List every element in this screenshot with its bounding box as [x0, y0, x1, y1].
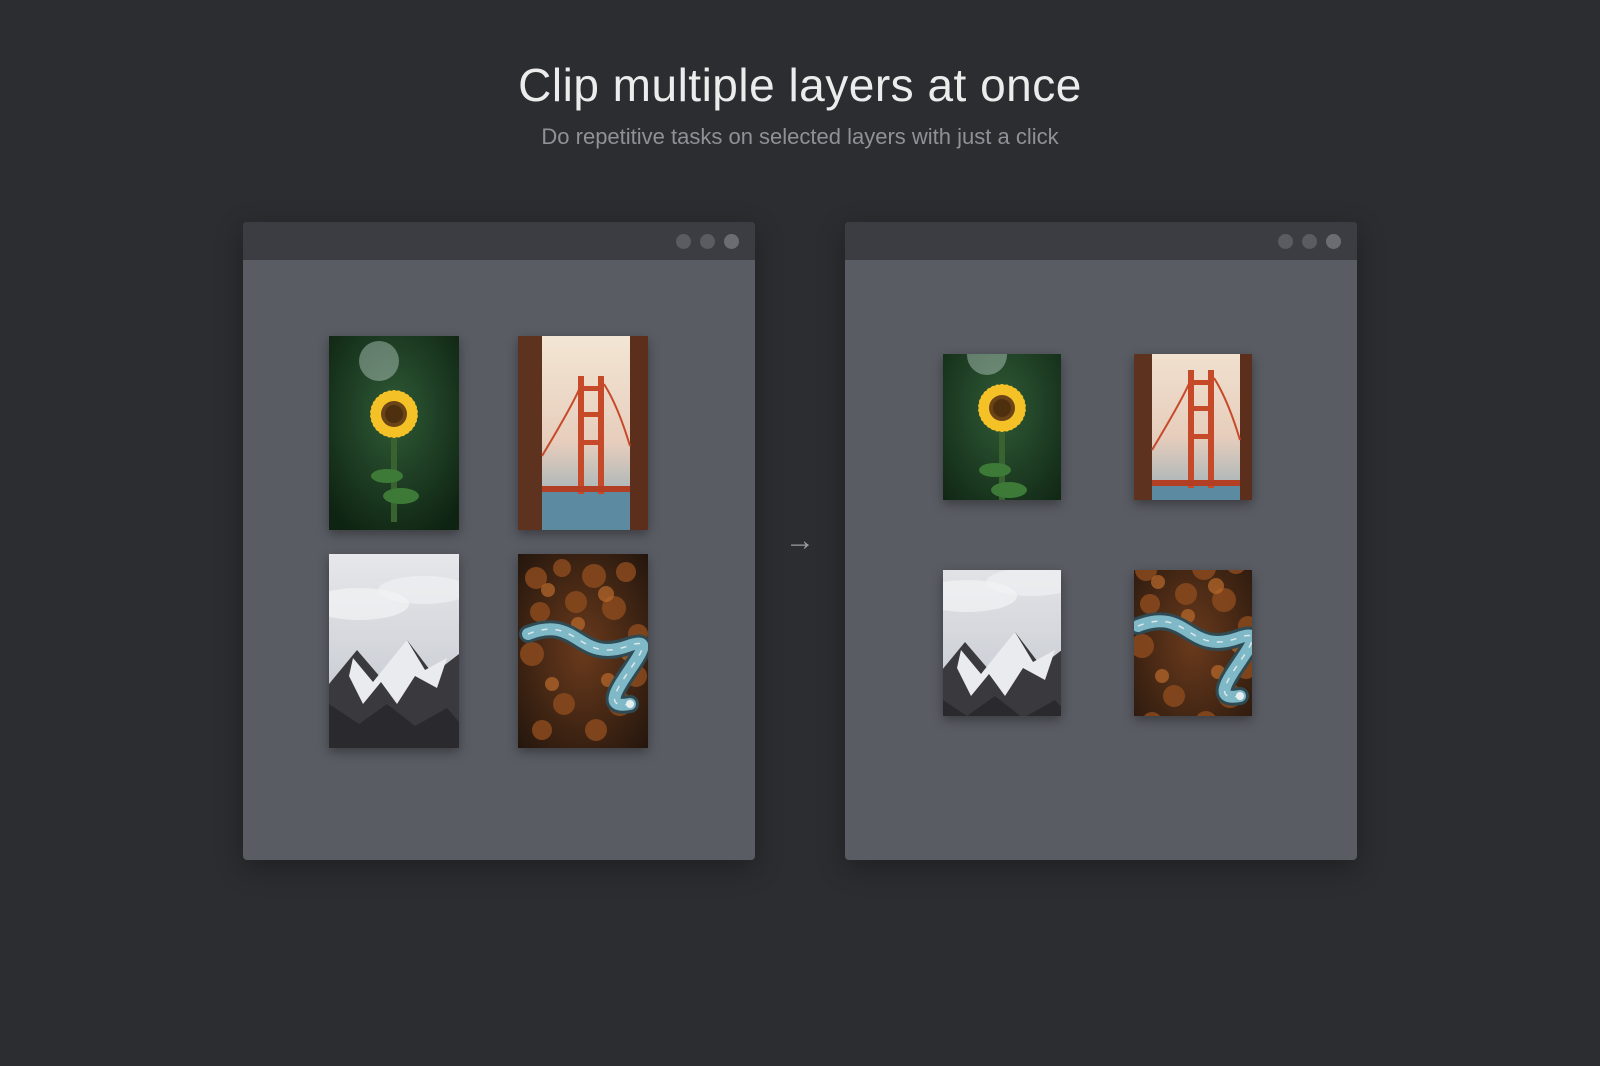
layer-thumbnail — [329, 336, 459, 530]
heading: Clip multiple layers at once — [0, 58, 1600, 112]
layer-thumbnail-clipped — [943, 570, 1061, 716]
feature-promo-stage: Clip multiple layers at once Do repetiti… — [0, 0, 1600, 1066]
layer-thumbnail — [518, 336, 648, 530]
subheading: Do repetitive tasks on selected layers w… — [0, 124, 1600, 150]
after-canvas — [845, 260, 1357, 860]
before-window — [243, 222, 755, 860]
layer-thumbnail — [518, 554, 648, 748]
after-window — [845, 222, 1357, 860]
layer-thumbnail-clipped — [1134, 354, 1252, 500]
window-control-dot — [676, 234, 691, 249]
arrow-icon: → — [785, 524, 815, 558]
layer-thumbnail — [329, 554, 459, 748]
before-window-titlebar — [243, 222, 755, 260]
window-control-dot — [1302, 234, 1317, 249]
layer-thumbnail-clipped — [1134, 570, 1252, 716]
after-window-titlebar — [845, 222, 1357, 260]
layer-thumbnail-clipped — [943, 354, 1061, 500]
comparison-row: → — [0, 222, 1600, 860]
before-canvas — [243, 260, 755, 860]
window-control-dot — [724, 234, 739, 249]
window-control-dot — [1278, 234, 1293, 249]
window-control-dot — [1326, 234, 1341, 249]
window-control-dot — [700, 234, 715, 249]
